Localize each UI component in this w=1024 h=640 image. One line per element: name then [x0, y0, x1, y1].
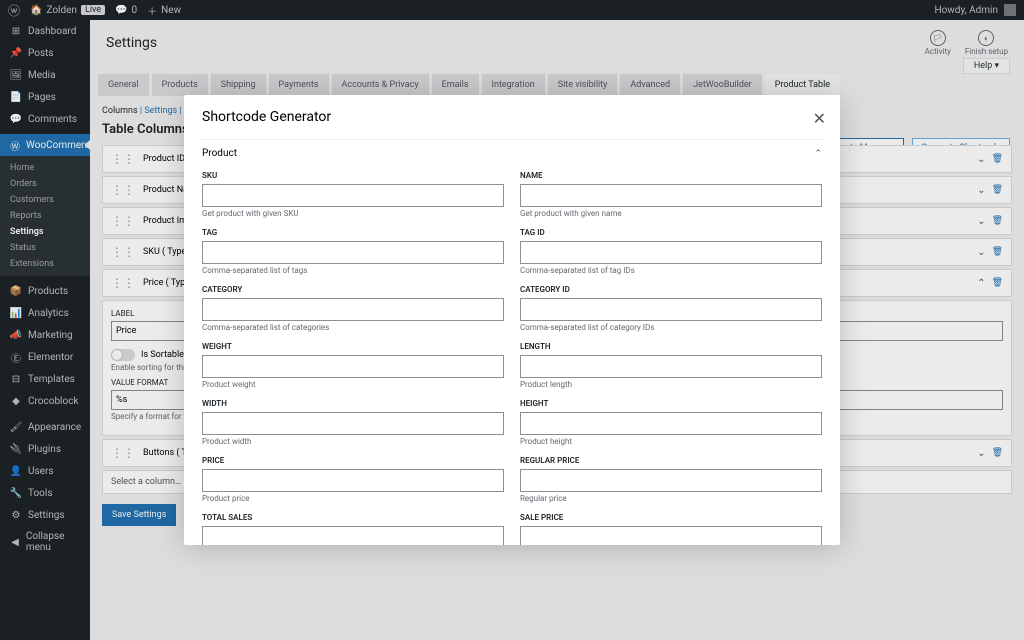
- shortcode-generator-modal: Shortcode Generator ✕ Product ⌃ SKUGet p…: [184, 95, 840, 545]
- field-length: LENGTHProduct length: [520, 342, 822, 395]
- name-input[interactable]: [520, 184, 822, 207]
- price-input[interactable]: [202, 469, 504, 492]
- chevron-up-icon: ⌃: [814, 149, 822, 159]
- field-total-sales: TOTAL SALESTotal sales: [202, 513, 504, 545]
- field-price: PRICEProduct price: [202, 456, 504, 509]
- regular-price-input[interactable]: [520, 469, 822, 492]
- field-tag: TAGComma-separated list of tags: [202, 228, 504, 281]
- field-weight: WEIGHTProduct weight: [202, 342, 504, 395]
- height-input[interactable]: [520, 412, 822, 435]
- width-input[interactable]: [202, 412, 504, 435]
- sale-price-input[interactable]: [520, 526, 822, 545]
- tag-input[interactable]: [202, 241, 504, 264]
- field-category: CATEGORYComma-separated list of categori…: [202, 285, 504, 338]
- modal-title: Shortcode Generator: [202, 109, 331, 125]
- field-regular-price: REGULAR PRICERegular price: [520, 456, 822, 509]
- field-width: WIDTHProduct width: [202, 399, 504, 452]
- tag-id-input[interactable]: [520, 241, 822, 264]
- field-sale-price: SALE PRICESale price: [520, 513, 822, 545]
- length-input[interactable]: [520, 355, 822, 378]
- category-input[interactable]: [202, 298, 504, 321]
- field-height: HEIGHTProduct height: [520, 399, 822, 452]
- close-icon[interactable]: ✕: [813, 109, 826, 128]
- weight-input[interactable]: [202, 355, 504, 378]
- field-name: NAMEGet product with given name: [520, 171, 822, 224]
- category-id-input[interactable]: [520, 298, 822, 321]
- field-sku: SKUGet product with given SKU: [202, 171, 504, 224]
- field-category-id: CATEGORY IDComma-separated list of categ…: [520, 285, 822, 338]
- sku-input[interactable]: [202, 184, 504, 207]
- total-sales-input[interactable]: [202, 526, 504, 545]
- field-tag-id: TAG IDComma-separated list of tag IDs: [520, 228, 822, 281]
- accordion-header-product[interactable]: Product ⌃: [202, 139, 822, 167]
